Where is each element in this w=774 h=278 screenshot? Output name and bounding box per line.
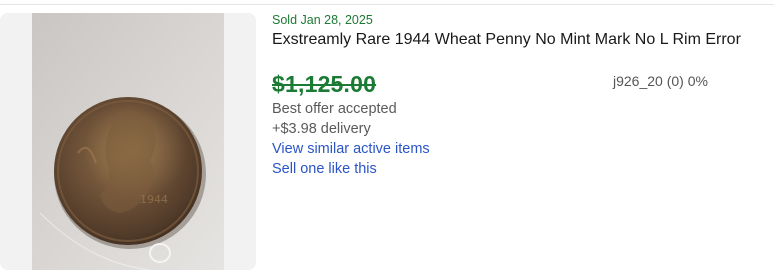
delivery-cost: +$3.98 delivery [272,121,371,137]
view-similar-link[interactable]: View similar active items [272,139,430,159]
listing-image[interactable]: 1944 [0,13,256,270]
penny-photo: 1944 [0,13,256,270]
listing-details: Sold Jan 28, 2025 Exstreamly Rare 1944 W… [272,12,772,179]
sold-price: $1,125.00 [272,71,377,97]
listing-title-link[interactable]: Exstreamly Rare 1944 Wheat Penny No Mint… [272,29,772,51]
sold-date: Sold Jan 28, 2025 [272,13,373,27]
sold-listing-card: 1944 Sold Jan 28, 2025 Exstreamly Rare 1… [0,0,774,278]
seller-info: j926_20 (0) 0% [613,73,708,89]
svg-text:1944: 1944 [140,193,168,206]
price-row: $1,125.00 j926_20 (0) 0% [272,70,772,98]
divider [0,4,774,5]
best-offer-text: Best offer accepted [272,101,397,117]
sell-one-like-this-link[interactable]: Sell one like this [272,159,377,179]
